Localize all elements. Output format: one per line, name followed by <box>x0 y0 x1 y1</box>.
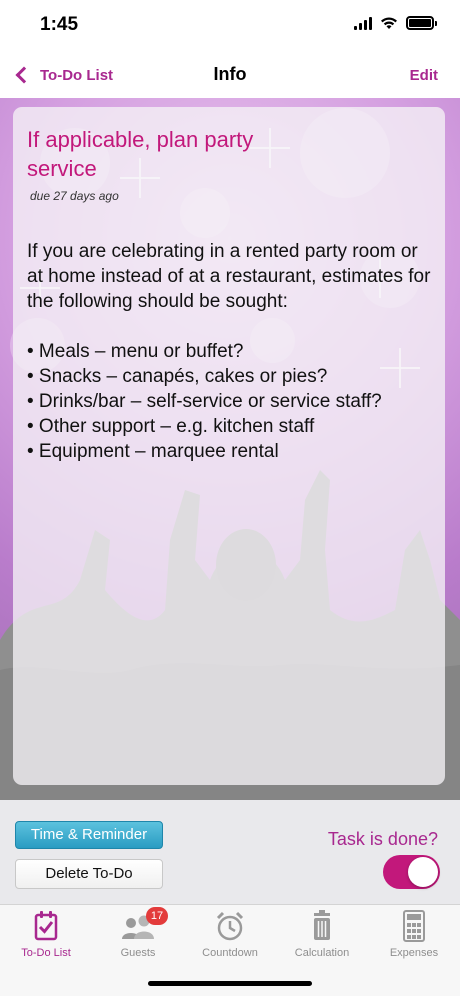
navigation-bar: To-Do List Info Edit <box>0 50 460 98</box>
status-time: 1:45 <box>40 14 79 35</box>
task-title: If applicable, plan party service <box>27 127 254 181</box>
tab-label: Calculation <box>294 947 350 959</box>
tab-calculation[interactable]: Calculation <box>276 909 368 965</box>
task-actions-panel: Time & Reminder Delete To-Do Task is don… <box>0 800 460 904</box>
tab-countdown[interactable]: Countdown <box>184 909 276 965</box>
page-title: Info <box>213 64 247 84</box>
tab-expenses[interactable]: Expenses <box>368 909 460 965</box>
wifi-icon <box>381 17 397 29</box>
calculator-icon <box>403 910 425 942</box>
delete-todo-button[interactable]: Delete To-Do <box>15 859 163 889</box>
home-indicator[interactable] <box>148 981 312 986</box>
battery-icon <box>406 16 437 30</box>
alarm-clock-icon <box>216 911 244 941</box>
tab-label: To-Do List <box>21 947 71 959</box>
status-bar: 1:45 <box>0 0 460 50</box>
tab-label: Countdown <box>202 947 258 959</box>
tab-label: Expenses <box>389 947 439 959</box>
task-info-card: If applicable, plan party service due 27… <box>13 107 445 785</box>
tab-todo-list[interactable]: To-Do List <box>0 909 92 965</box>
task-description: If you are celebrating in a rented party… <box>27 241 431 462</box>
tab-guests[interactable]: 17 Guests <box>92 907 184 965</box>
tab-label: Guests <box>120 947 156 959</box>
task-done-toggle[interactable] <box>383 855 440 889</box>
toggle-knob <box>408 857 438 887</box>
edit-button[interactable]: Edit <box>410 67 438 84</box>
guests-count-badge: 17 <box>146 907 168 925</box>
task-due-date: due 27 days ago <box>30 189 119 203</box>
status-icons <box>354 16 437 30</box>
trash-can-icon <box>314 910 330 940</box>
checklist-icon <box>34 911 58 941</box>
task-done-label: Task is done? <box>327 829 438 849</box>
time-reminder-button[interactable]: Time & Reminder <box>15 821 163 849</box>
cellular-signal-icon <box>354 16 372 30</box>
